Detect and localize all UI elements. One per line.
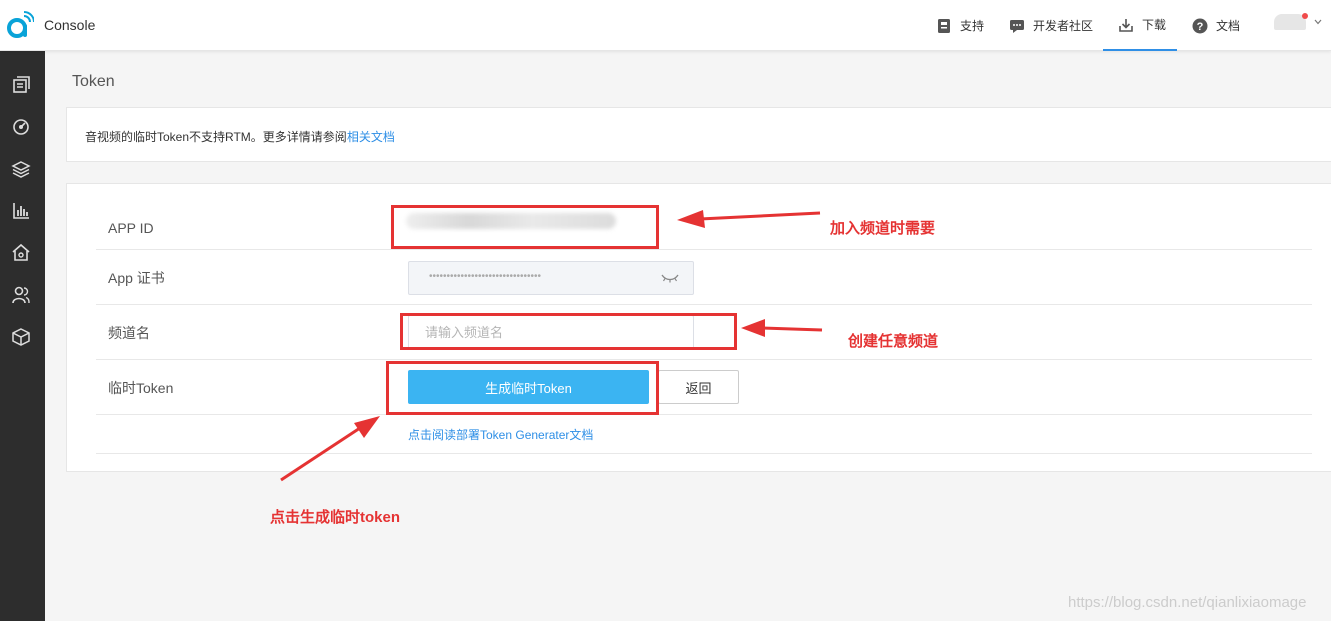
notice-text: 音视频的临时Token不支持RTM。更多详情请参阅相关文档 bbox=[85, 128, 395, 145]
cert-masked-value: •••••••••••••••••••••••••••••••• bbox=[429, 271, 542, 282]
dashboard-icon[interactable] bbox=[11, 117, 31, 137]
row-divider bbox=[96, 359, 1312, 360]
help-icon: ? bbox=[1192, 18, 1208, 33]
annotation-box-channel bbox=[400, 313, 737, 350]
chevron-down-icon[interactable] bbox=[1314, 18, 1322, 26]
app-id-label: APP ID bbox=[108, 220, 154, 236]
channel-label: 频道名 bbox=[108, 325, 150, 341]
back-button[interactable]: 返回 bbox=[658, 370, 739, 404]
watermark: https://blog.csdn.net/qianlixiaomage bbox=[1068, 594, 1307, 611]
notification-dot bbox=[1302, 13, 1308, 19]
page-title: Token bbox=[72, 73, 115, 90]
token-generator-doc-link[interactable]: 点击阅读部署Token Generater文档 bbox=[408, 426, 593, 443]
nav-support[interactable]: 支持 bbox=[936, 0, 984, 51]
home-settings-icon[interactable] bbox=[11, 243, 31, 263]
annotation-box-app-id bbox=[391, 205, 659, 249]
nav-download-label: 下载 bbox=[1142, 18, 1167, 32]
annotation-channel-note: 创建任意频道 bbox=[848, 333, 939, 350]
nav-community[interactable]: 开发者社区 bbox=[1009, 0, 1093, 51]
annotation-box-generate bbox=[386, 361, 659, 415]
support-icon bbox=[938, 18, 950, 33]
annotation-app-id-note: 加入频道时需要 bbox=[830, 220, 936, 237]
cube-icon[interactable] bbox=[11, 327, 31, 347]
analytics-icon[interactable] bbox=[11, 201, 31, 221]
nav-download[interactable]: 下载 bbox=[1103, 0, 1177, 51]
annotation-token-note: 点击生成临时token bbox=[270, 509, 401, 526]
download-icon bbox=[1119, 18, 1133, 32]
sidebar bbox=[0, 51, 45, 621]
notice-panel: 音视频的临时Token不支持RTM。更多详情请参阅相关文档 bbox=[66, 107, 1331, 162]
nav-docs[interactable]: ? 文档 bbox=[1192, 0, 1240, 51]
top-bar: Console 支持 开发者社区 下载 ? 文档 bbox=[0, 0, 1331, 51]
token-label: 临时Token bbox=[108, 380, 174, 396]
nav-support-label: 支持 bbox=[960, 19, 985, 33]
nav-docs-label: 文档 bbox=[1216, 19, 1241, 33]
row-divider bbox=[96, 304, 1312, 305]
users-icon[interactable] bbox=[11, 285, 31, 305]
nav-community-label: 开发者社区 bbox=[1033, 19, 1094, 33]
row-divider bbox=[96, 453, 1312, 454]
brand-name[interactable]: Console bbox=[44, 17, 95, 33]
cert-label: App 证书 bbox=[108, 270, 165, 286]
cert-field[interactable]: •••••••••••••••••••••••••••••••• bbox=[408, 261, 694, 295]
community-icon bbox=[1010, 19, 1024, 33]
related-docs-link[interactable]: 相关文档 bbox=[347, 130, 395, 144]
row-divider bbox=[96, 414, 1312, 415]
overview-icon[interactable] bbox=[11, 75, 31, 95]
row-divider bbox=[96, 249, 1312, 250]
layers-icon[interactable] bbox=[11, 159, 31, 179]
agora-logo-icon[interactable] bbox=[6, 11, 34, 39]
eye-closed-icon[interactable] bbox=[661, 272, 679, 284]
svg-text:?: ? bbox=[1197, 21, 1204, 33]
notice-message: 音视频的临时Token不支持RTM。更多详情请参阅 bbox=[85, 130, 347, 144]
